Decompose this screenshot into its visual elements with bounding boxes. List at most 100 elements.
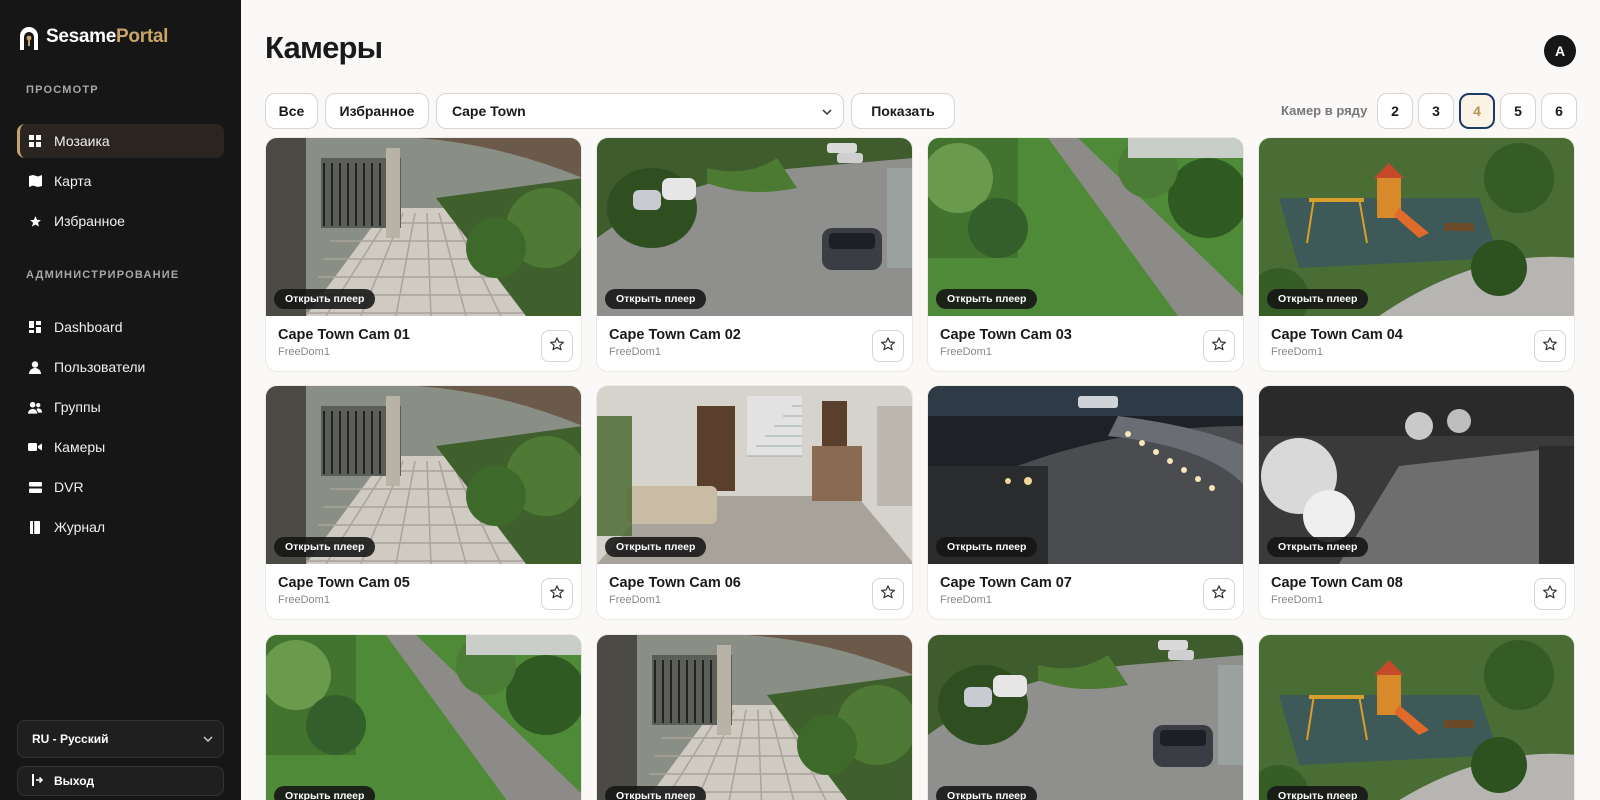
camera-card[interactable]: Открыть плеер Cape Town Cam 07 FreeDom1 bbox=[927, 385, 1244, 620]
open-player-button[interactable]: Открыть плеер bbox=[605, 786, 707, 800]
favorite-button[interactable] bbox=[872, 578, 904, 610]
open-player-button[interactable]: Открыть плеер bbox=[1267, 786, 1369, 800]
sidebar-item-favorites[interactable]: Избранное bbox=[17, 204, 224, 238]
sidebar-item-cameras[interactable]: Камеры bbox=[17, 430, 224, 464]
star-outline-icon bbox=[549, 336, 565, 357]
camera-card[interactable]: Открыть плеер Cape Town Cam 08 FreeDom1 bbox=[1258, 385, 1575, 620]
sidebar-item-label: Избранное bbox=[54, 213, 125, 229]
open-player-button[interactable]: Открыть плеер bbox=[274, 289, 376, 309]
camera-card[interactable]: Открыть плеер bbox=[1258, 634, 1575, 800]
camera-card[interactable]: Открыть плеер Cape Town Cam 03 FreeDom1 bbox=[927, 137, 1244, 372]
star-outline-icon bbox=[1211, 336, 1227, 357]
sidebar-item-groups[interactable]: Группы bbox=[17, 390, 224, 424]
camera-preview-image[interactable] bbox=[597, 635, 912, 800]
camera-card[interactable]: Открыть плеер Cape Town Cam 01 FreeDom1 bbox=[265, 137, 582, 372]
favorite-button[interactable] bbox=[1534, 330, 1566, 362]
sidebar-item-label: Карта bbox=[54, 173, 92, 189]
chevron-down-icon bbox=[821, 105, 833, 121]
favorite-button[interactable] bbox=[1203, 578, 1235, 610]
camera-card[interactable]: Открыть плеер bbox=[927, 634, 1244, 800]
grid-icon bbox=[28, 134, 42, 148]
camera-card[interactable]: Открыть плеер Cape Town Cam 04 FreeDom1 bbox=[1258, 137, 1575, 372]
chevron-down-icon bbox=[203, 733, 213, 747]
journal-icon bbox=[28, 520, 42, 534]
camera-preview-image[interactable] bbox=[1259, 635, 1574, 800]
filter-favorites-button[interactable]: Избранное bbox=[325, 93, 429, 129]
app-logo[interactable]: SesamePortal bbox=[18, 26, 169, 50]
camera-owner: FreeDom1 bbox=[940, 594, 992, 606]
camera-owner: FreeDom1 bbox=[609, 594, 661, 606]
star-outline-icon bbox=[1542, 584, 1558, 605]
camera-name: Cape Town Cam 08 bbox=[1271, 575, 1403, 591]
open-player-button[interactable]: Открыть плеер bbox=[1267, 289, 1369, 309]
logout-button[interactable]: Выход bbox=[17, 766, 224, 796]
sidebar-item-map[interactable]: Карта bbox=[17, 164, 224, 198]
city-select-value: Cape Town bbox=[452, 103, 526, 119]
city-select[interactable]: Cape Town bbox=[436, 93, 844, 129]
sidebar: SesamePortal ПРОСМОТР Мозаика Карта Избр… bbox=[0, 0, 241, 800]
open-player-button[interactable]: Открыть плеер bbox=[605, 289, 707, 309]
star-outline-icon bbox=[880, 584, 896, 605]
star-icon bbox=[28, 214, 42, 228]
sidebar-item-label: Камеры bbox=[54, 439, 106, 455]
camera-name: Cape Town Cam 05 bbox=[278, 575, 410, 591]
sidebar-item-label: Группы bbox=[54, 399, 101, 415]
open-player-button[interactable]: Открыть плеер bbox=[936, 786, 1038, 800]
camera-name: Cape Town Cam 01 bbox=[278, 327, 410, 343]
language-value: RU - Русский bbox=[32, 732, 109, 746]
logout-label: Выход bbox=[54, 774, 95, 788]
camera-card[interactable]: Открыть плеер bbox=[596, 634, 913, 800]
per-row-option-3[interactable]: 3 bbox=[1418, 93, 1454, 129]
open-player-button[interactable]: Открыть плеер bbox=[936, 537, 1038, 557]
camera-preview-image[interactable] bbox=[266, 635, 581, 800]
sidebar-item-dashboard[interactable]: Dashboard bbox=[17, 310, 224, 344]
users-icon bbox=[28, 400, 42, 414]
show-button[interactable]: Показать bbox=[851, 93, 955, 129]
sidebar-item-label: Пользователи bbox=[54, 359, 146, 375]
camera-owner: FreeDom1 bbox=[940, 346, 992, 358]
camera-icon bbox=[28, 440, 42, 454]
open-player-button[interactable]: Открыть плеер bbox=[274, 537, 376, 557]
camera-card[interactable]: Открыть плеер Cape Town Cam 05 FreeDom1 bbox=[265, 385, 582, 620]
per-row-option-6[interactable]: 6 bbox=[1541, 93, 1577, 129]
sidebar-item-label: DVR bbox=[54, 479, 84, 495]
camera-name: Cape Town Cam 02 bbox=[609, 327, 741, 343]
open-player-button[interactable]: Открыть плеер bbox=[936, 289, 1038, 309]
favorite-button[interactable] bbox=[541, 578, 573, 610]
per-row-option-2[interactable]: 2 bbox=[1377, 93, 1413, 129]
sidebar-item-mosaic[interactable]: Мозаика bbox=[17, 124, 224, 158]
logout-icon bbox=[32, 773, 44, 789]
camera-preview-image[interactable] bbox=[928, 635, 1243, 800]
sidebar-item-label: Мозаика bbox=[54, 133, 110, 149]
sidebar-item-label: Dashboard bbox=[54, 319, 123, 335]
camera-card[interactable]: Открыть плеер Cape Town Cam 06 FreeDom1 bbox=[596, 385, 913, 620]
sidebar-item-users[interactable]: Пользователи bbox=[17, 350, 224, 384]
keyhole-logo-icon bbox=[18, 26, 40, 50]
favorite-button[interactable] bbox=[872, 330, 904, 362]
open-player-button[interactable]: Открыть плеер bbox=[274, 786, 376, 800]
star-outline-icon bbox=[1542, 336, 1558, 357]
star-outline-icon bbox=[549, 584, 565, 605]
open-player-button[interactable]: Открыть плеер bbox=[605, 537, 707, 557]
map-icon bbox=[28, 174, 42, 188]
favorite-button[interactable] bbox=[1534, 578, 1566, 610]
camera-owner: FreeDom1 bbox=[1271, 346, 1323, 358]
dashboard-icon bbox=[28, 320, 42, 334]
app-name: SesamePortal bbox=[46, 26, 169, 47]
dvr-icon bbox=[28, 480, 42, 494]
avatar[interactable]: A bbox=[1544, 35, 1576, 67]
favorite-button[interactable] bbox=[541, 330, 573, 362]
filter-all-button[interactable]: Все bbox=[265, 93, 318, 129]
per-row-option-5[interactable]: 5 bbox=[1500, 93, 1536, 129]
camera-card[interactable]: Открыть плеер Cape Town Cam 02 FreeDom1 bbox=[596, 137, 913, 372]
star-outline-icon bbox=[1211, 584, 1227, 605]
sidebar-item-dvr[interactable]: DVR bbox=[17, 470, 224, 504]
camera-card[interactable]: Открыть плеер bbox=[265, 634, 582, 800]
open-player-button[interactable]: Открыть плеер bbox=[1267, 537, 1369, 557]
favorite-button[interactable] bbox=[1203, 330, 1235, 362]
camera-name: Cape Town Cam 07 bbox=[940, 575, 1072, 591]
per-row-option-4[interactable]: 4 bbox=[1459, 93, 1495, 129]
language-select[interactable]: RU - Русский bbox=[17, 720, 224, 758]
sidebar-item-journal[interactable]: Журнал bbox=[17, 510, 224, 544]
per-row-label: Камер в ряду bbox=[1281, 103, 1368, 118]
